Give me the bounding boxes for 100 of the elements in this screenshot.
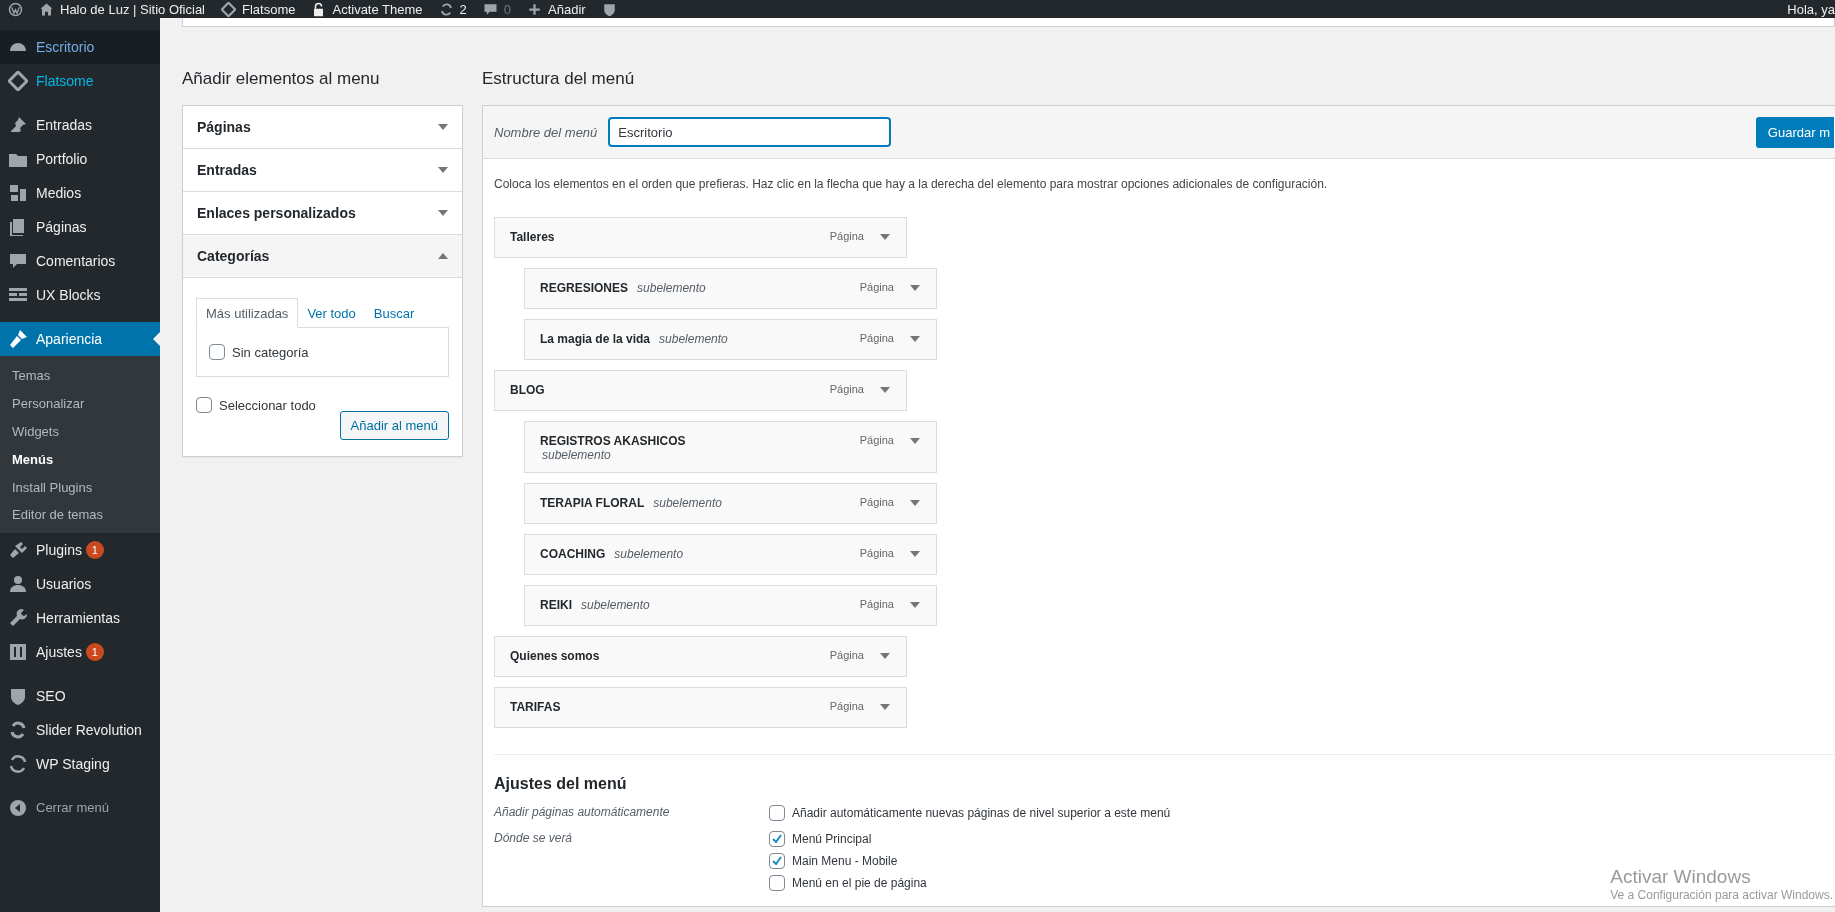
diamond-icon: [8, 71, 28, 91]
menu-item[interactable]: TARIFAS Página: [494, 687, 907, 728]
sync-icon: [8, 753, 28, 774]
settings-heading: Ajustes del menú: [494, 775, 628, 793]
checkbox-label: Sin categoría: [232, 344, 309, 360]
collapse-menu-button[interactable]: Cerrar menú: [0, 790, 160, 825]
setting-label: Dónde se verá: [494, 831, 574, 847]
menu-item[interactable]: Talleres Página: [494, 217, 907, 258]
collapse-arrow-icon: [438, 253, 448, 259]
expand-arrow-icon: [910, 500, 920, 506]
tab[interactable]: Más utilizadas: [196, 298, 299, 328]
sidebar-item[interactable]: Páginas: [0, 210, 160, 244]
sidebar-item[interactable]: SEO: [0, 678, 160, 713]
submenu-item[interactable]: Editor de temas: [0, 501, 160, 529]
sidebar-item[interactable]: Flatsome: [0, 64, 160, 98]
expand-arrow-icon: [880, 653, 890, 659]
checkbox[interactable]: [209, 344, 225, 360]
account-greeting[interactable]: Hola, ya: [1787, 1, 1835, 17]
menu-item[interactable]: REGRESIONES subelemento Página: [524, 268, 937, 309]
setting-label: Añadir páginas automáticamente: [494, 805, 671, 821]
checkbox[interactable]: [196, 397, 212, 413]
menu-item[interactable]: BLOG Página: [494, 370, 907, 411]
sidebar-item[interactable]: Ajustes 1: [0, 634, 160, 669]
expand-arrow-icon: [438, 210, 448, 216]
refresh-icon: [438, 1, 454, 17]
user-icon: [8, 573, 28, 594]
sidebar-item[interactable]: UX Blocks: [0, 278, 160, 312]
submenu-item[interactable]: Menús: [0, 445, 160, 474]
checkbox[interactable]: [769, 831, 785, 847]
sidebar-item[interactable]: Apariencia: [0, 322, 160, 356]
expand-arrow-icon: [910, 551, 920, 557]
sliders-icon: [8, 641, 28, 662]
section-heading: Estructura del menú: [482, 69, 636, 89]
expand-arrow-icon: [910, 438, 920, 444]
sidebar-item[interactable]: Slider Revolution: [0, 712, 160, 747]
menu-item[interactable]: Quienes somos Página: [494, 636, 907, 677]
expand-arrow-icon: [438, 167, 448, 173]
activation-notice-text: Ve a Configuración para activar Windows.: [1610, 888, 1833, 902]
sidebar-item[interactable]: Portfolio: [0, 142, 160, 176]
instructions-text: Coloca los elementos en el orden que prefieras. Haz clic en la flecha que hay a la derecha del elemento para mostrar opciones adicionales de configuración.: [494, 177, 1329, 191]
checkbox-label: Main Menu - Mobile: [792, 854, 898, 868]
plug-icon: [8, 539, 28, 560]
menu-item[interactable]: REGISTROS AKASHICOS subelemento Página: [524, 421, 937, 473]
menu-item[interactable]: La magia de la vida subelemento Página: [524, 319, 937, 360]
shield-icon[interactable]: [601, 1, 617, 17]
diamond-icon: [221, 1, 236, 17]
checkbox[interactable]: [769, 853, 785, 869]
checkbox-label: Menú Principal: [792, 832, 872, 846]
update-count-badge: 1: [85, 540, 104, 559]
sidebar-item[interactable]: Escritorio: [0, 30, 160, 64]
sidebar-item[interactable]: Plugins 1: [0, 532, 160, 567]
expand-arrow-icon: [880, 234, 890, 240]
refresh-icon: [8, 719, 28, 740]
expand-arrow-icon: [910, 336, 920, 342]
media-icon: [8, 183, 28, 203]
expand-arrow-icon: [910, 285, 920, 291]
activate-theme-link[interactable]: Activate Theme: [311, 1, 423, 17]
save-menu-button[interactable]: Guardar m: [1755, 116, 1834, 148]
sidebar-item[interactable]: WP Staging: [0, 746, 160, 781]
add-to-menu-button[interactable]: Añadir al menú: [339, 411, 449, 440]
sidebar-item[interactable]: Comentarios: [0, 244, 160, 278]
sidebar-item[interactable]: Usuarios: [0, 566, 160, 601]
home-icon: [39, 1, 54, 17]
expand-arrow-icon: [880, 704, 890, 710]
comment-icon: [482, 1, 498, 17]
theme-link[interactable]: Flatsome: [221, 1, 296, 17]
menu-item[interactable]: COACHING subelemento Página: [524, 534, 937, 575]
activation-notice-title: Activar Windows: [1610, 866, 1752, 888]
tab[interactable]: Buscar: [364, 299, 424, 327]
wrench-icon: [8, 607, 28, 628]
accordion-header[interactable]: Entradas: [183, 149, 462, 192]
checkbox-label: Seleccionar todo: [219, 397, 316, 413]
checkbox[interactable]: [769, 805, 785, 821]
expand-arrow-icon: [880, 387, 890, 393]
sidebar-item[interactable]: Herramientas: [0, 600, 160, 635]
menu-item[interactable]: TERAPIA FLORAL subelemento Página: [524, 483, 937, 524]
submenu-item[interactable]: Install Plugins: [0, 473, 160, 501]
accordion-header[interactable]: Páginas: [183, 106, 462, 149]
plus-icon: [527, 1, 543, 17]
submenu-item[interactable]: Personalizar: [0, 389, 160, 418]
site-link[interactable]: Halo de Luz | Sitio Oficial: [39, 1, 205, 17]
submenu-item[interactable]: Widgets: [0, 417, 160, 446]
new-content-link[interactable]: Añadir: [527, 1, 586, 17]
submenu-item[interactable]: Temas: [0, 362, 160, 390]
section-heading: Añadir elementos al menu: [182, 69, 381, 89]
updates-link[interactable]: 2: [438, 1, 467, 17]
accordion-header[interactable]: Categorías: [183, 235, 462, 278]
sidebar-item[interactable]: Medios: [0, 176, 160, 210]
wordpress-logo-icon[interactable]: [8, 1, 23, 17]
collapse-icon: [8, 797, 28, 818]
comment-icon: [8, 251, 28, 271]
brush-icon: [8, 329, 28, 349]
tab[interactable]: Ver todo: [298, 299, 365, 327]
menu-name-field[interactable]: Escritorio: [608, 117, 892, 147]
sidebar-item[interactable]: Entradas: [0, 108, 160, 142]
menu-item[interactable]: REIKI subelemento Página: [524, 585, 937, 626]
expand-arrow-icon: [438, 124, 448, 130]
checkbox[interactable]: [769, 875, 785, 891]
field-label: Nombre del menú: [494, 124, 598, 140]
expand-arrow-icon: [910, 602, 920, 608]
